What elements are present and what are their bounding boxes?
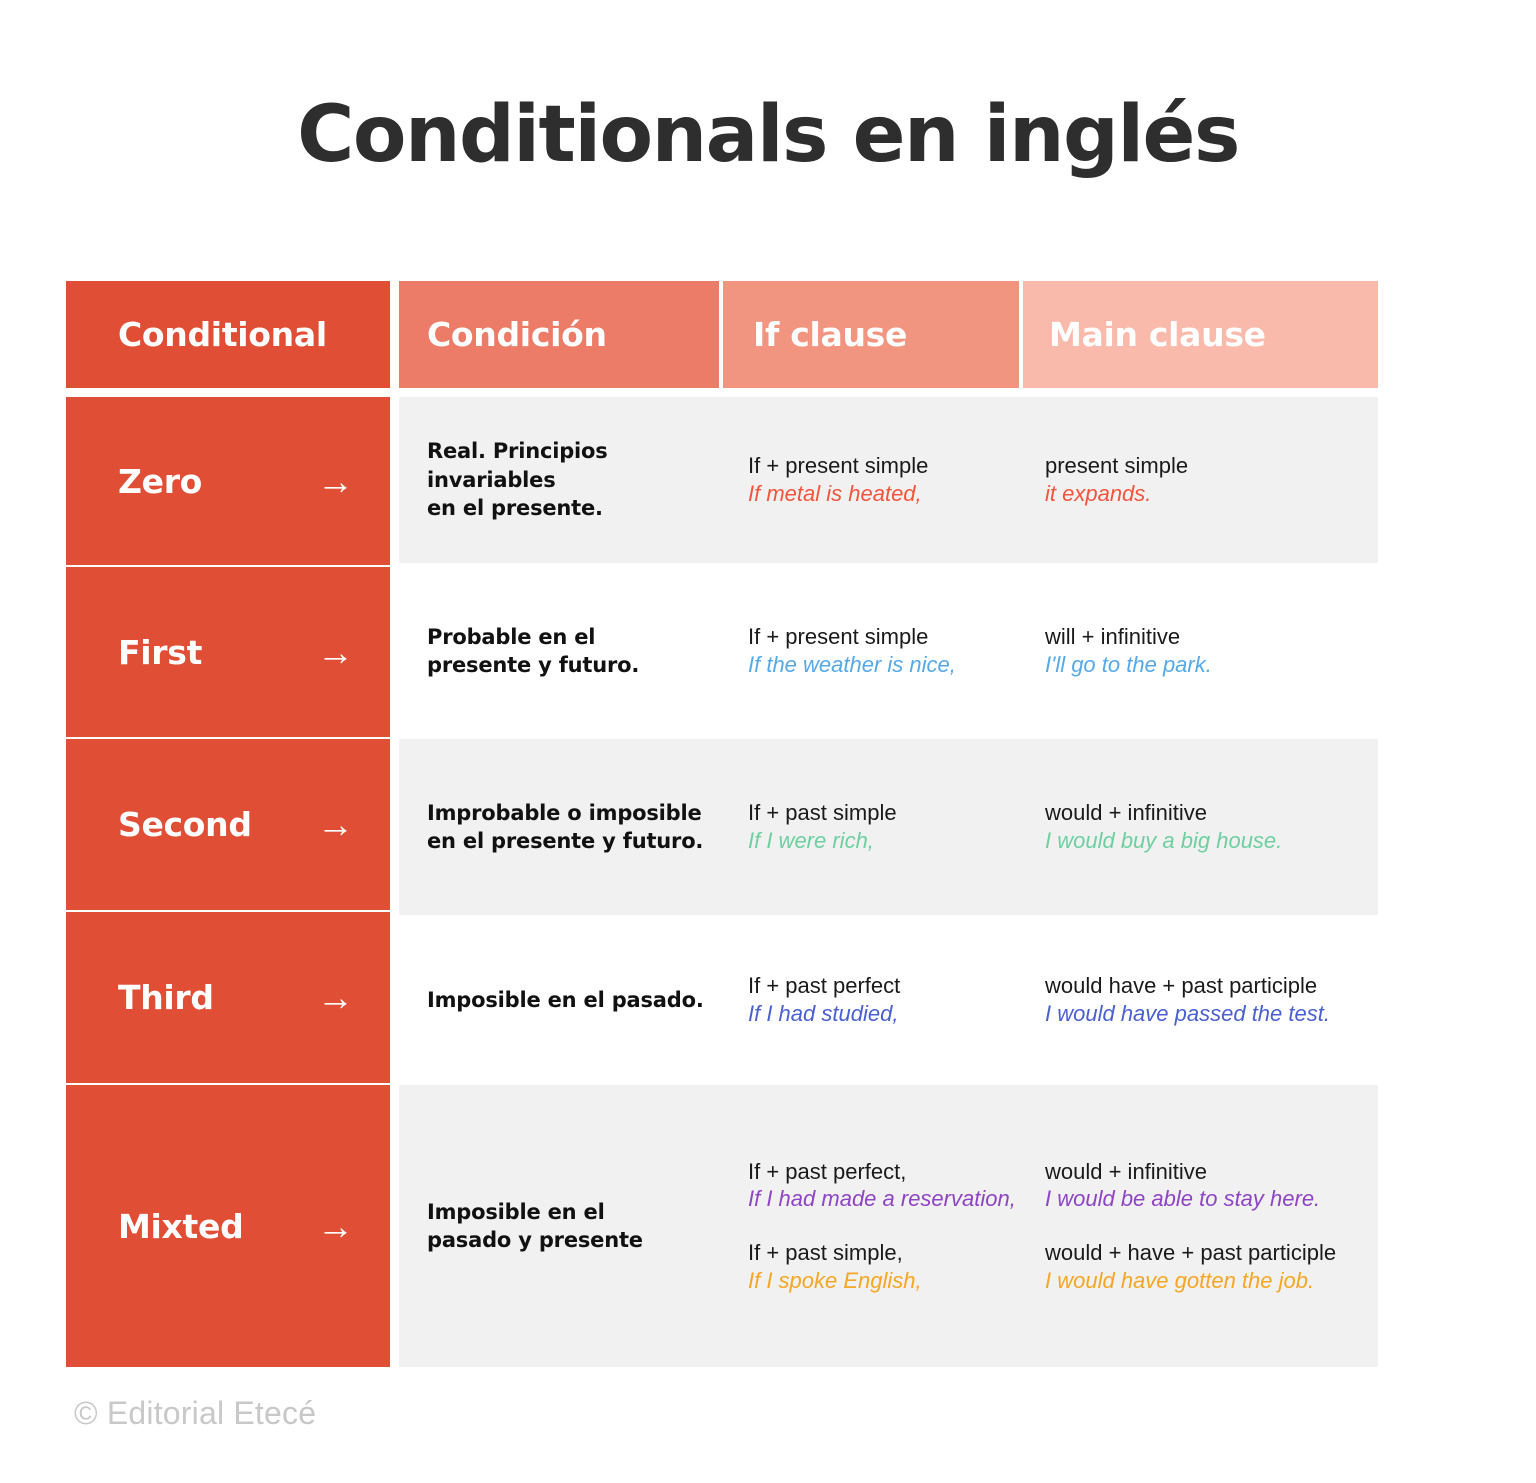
main-example: it expands.: [1045, 481, 1152, 506]
condition-cell: Real. Principios invariables en el prese…: [399, 437, 723, 522]
column-header-label: Main clause: [1049, 315, 1266, 354]
column-header-conditional: Conditional: [66, 281, 390, 388]
copyright-footer: © Editorial Etecé: [74, 1395, 317, 1431]
if-example: If the weather is nice,: [748, 652, 956, 677]
column-header-label: Conditional: [118, 315, 327, 354]
column-header-if-clause: If clause: [723, 281, 1019, 388]
if-clause-variant-b: If + past simple, If I spoke English,: [748, 1239, 1013, 1294]
page-title: Conditionals en inglés: [297, 90, 1240, 180]
arrow-right-icon: →: [317, 1205, 354, 1247]
if-formula: If + past simple: [748, 800, 897, 826]
condition-cell: Improbable o imposible en el presente y …: [399, 799, 723, 856]
main-example: I would have gotten the job.: [1045, 1267, 1315, 1293]
condition-line: en el presente y futuro.: [427, 829, 704, 853]
condition-line: Real. Principios invariables: [427, 439, 608, 492]
main-formula: would have + past participle: [1045, 973, 1318, 999]
if-clause-variant-a: If + past perfect, If I had made a reser…: [748, 1158, 1016, 1213]
main-clause-cell: would + infinitive I would buy a big hou…: [1023, 799, 1378, 854]
table-row-label-zero: Zero →: [66, 397, 390, 567]
main-example: I would buy a big house.: [1045, 828, 1283, 853]
table-row: Imposible en el pasado y presente If + p…: [399, 1085, 1378, 1367]
main-clause-variant-a: would + infinitive I would be able to st…: [1045, 1158, 1368, 1213]
main-formula: present simple: [1045, 453, 1189, 479]
condition-line: pasado y presente: [427, 1228, 643, 1252]
conditional-name: Third: [118, 978, 214, 1017]
infographic-page: Conditionals en inglés Conditional Condi…: [0, 0, 1536, 1483]
if-clause-cell: If + past perfect, If I had made a reser…: [723, 1158, 1023, 1295]
if-clause-cell: If + present simple If metal is heated,: [723, 452, 1023, 507]
if-formula: If + present simple: [748, 624, 929, 650]
if-example: If I spoke English,: [748, 1267, 922, 1293]
column-header-condicion: Condición: [399, 281, 719, 388]
conditional-name: Mixted: [118, 1206, 244, 1246]
main-formula: would + infinitive: [1045, 800, 1208, 826]
main-clause-variant-b: would + have + past participle I would h…: [1045, 1239, 1368, 1294]
main-clause-cell: would + infinitive I would be able to st…: [1023, 1158, 1378, 1295]
column-header-label: Condición: [427, 315, 607, 354]
main-example: I would be able to stay here.: [1045, 1186, 1321, 1212]
table-row-label-third: Third →: [66, 912, 390, 1085]
if-clause-cell: If + past simple If I were rich,: [723, 799, 1023, 854]
main-clause-cell: will + infinitive I'll go to the park.: [1023, 623, 1378, 678]
arrow-right-icon: →: [317, 977, 354, 1018]
arrow-right-icon: →: [317, 631, 354, 673]
condition-cell: Imposible en el pasado.: [399, 986, 723, 1014]
table-body: Zero → First → Second → Third → Mixted →…: [66, 397, 1378, 1479]
main-example: I would have passed the test.: [1045, 1001, 1330, 1026]
main-formula: will + infinitive: [1045, 624, 1181, 650]
if-formula: If + past perfect: [748, 973, 901, 999]
conditionals-table: Conditional Condición If clause Main cla…: [66, 281, 1378, 1479]
if-clause-cell: If + present simple If the weather is ni…: [723, 623, 1023, 678]
column-header-label: If clause: [753, 315, 908, 354]
conditional-name: First: [118, 632, 203, 672]
arrow-right-icon: →: [317, 804, 354, 845]
table-row: Improbable o imposible en el presente y …: [399, 739, 1378, 915]
main-formula: would + infinitive: [1045, 1158, 1208, 1184]
if-formula: If + present simple: [748, 453, 929, 479]
table-row: Imposible en el pasado. If + past perfec…: [399, 915, 1378, 1085]
if-formula: If + past simple,: [748, 1240, 903, 1265]
table-header-row: Conditional Condición If clause Main cla…: [66, 281, 1378, 388]
if-example: If I had made a reservation,: [748, 1186, 1016, 1212]
condition-line: Improbable o imposible: [427, 800, 702, 825]
if-example: If I had studied,: [748, 1001, 899, 1026]
main-clause-cell: would have + past participle I would hav…: [1023, 972, 1378, 1027]
if-clause-cell: If + past perfect If I had studied,: [723, 972, 1023, 1027]
table-row-label-second: Second →: [66, 739, 390, 912]
condition-line: Imposible en el: [427, 1199, 605, 1224]
table-row: Probable en el presente y futuro. If + p…: [399, 563, 1378, 739]
table-row: Real. Principios invariables en el prese…: [399, 397, 1378, 563]
main-clause-cell: present simple it expands.: [1023, 452, 1378, 507]
conditional-name-column: Zero → First → Second → Third → Mixted →: [66, 397, 390, 1367]
condition-cell: Imposible en el pasado y presente: [399, 1198, 723, 1255]
condition-line: Imposible en el pasado.: [427, 987, 704, 1012]
if-formula: If + past perfect,: [748, 1158, 907, 1184]
if-example: If I were rich,: [748, 828, 874, 853]
if-example: If metal is heated,: [748, 481, 922, 506]
arrow-right-icon: →: [317, 460, 354, 502]
conditional-name: Second: [118, 805, 252, 844]
table-row-label-mixted: Mixted →: [66, 1085, 390, 1367]
condition-line: presente y futuro.: [427, 653, 640, 677]
condition-line: en el presente.: [427, 496, 603, 521]
table-row-label-first: First →: [66, 567, 390, 739]
conditional-name: Zero: [118, 461, 203, 501]
condition-cell: Probable en el presente y futuro.: [399, 623, 723, 680]
condition-line: Probable en el: [427, 624, 596, 649]
main-example: I'll go to the park.: [1045, 652, 1212, 677]
column-header-main-clause: Main clause: [1023, 281, 1378, 388]
main-formula: would + have + past participle: [1045, 1240, 1337, 1265]
